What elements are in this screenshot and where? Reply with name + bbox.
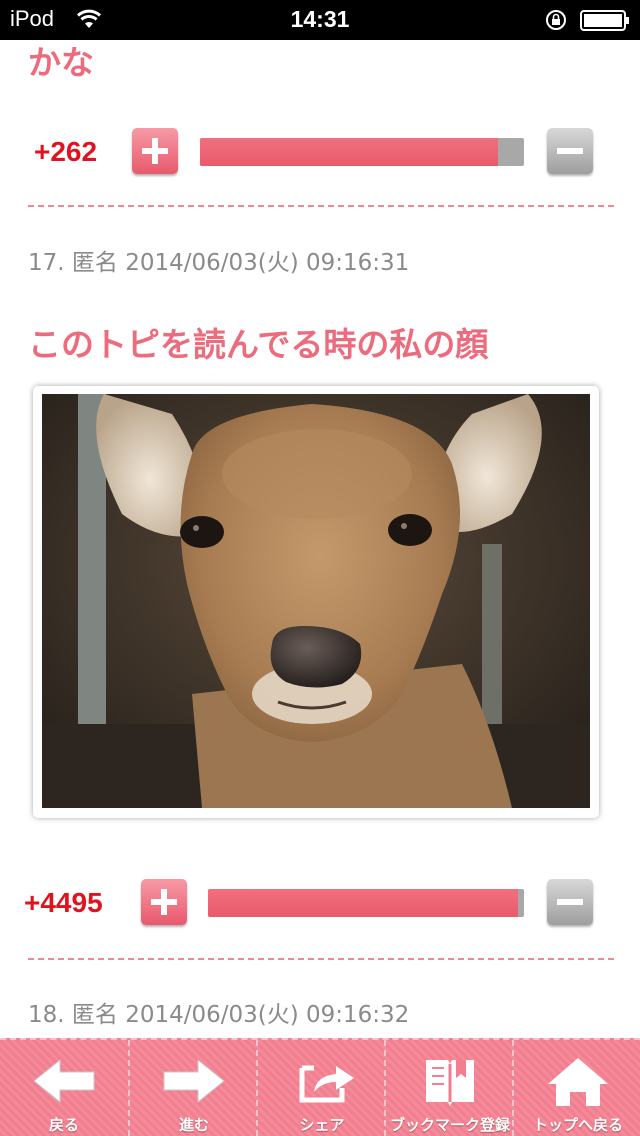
share-icon — [299, 1065, 354, 1103]
book-icon — [426, 1060, 474, 1106]
vote-count: +262 — [34, 136, 98, 167]
forward-button[interactable]: 進む — [128, 1040, 256, 1136]
plus-button[interactable] — [132, 128, 178, 174]
arrow-right-icon — [163, 1058, 225, 1104]
comment-text: このトピを読んでる時の私の顔 — [28, 325, 489, 364]
battery-icon — [580, 10, 629, 31]
forward-label: 進む — [178, 1116, 209, 1134]
vote-ratio-bar — [200, 138, 524, 166]
rotation-lock-icon — [546, 10, 566, 30]
vote-row: +4495 — [0, 877, 640, 933]
top-label: トップへ戻る — [532, 1116, 623, 1134]
vote-ratio-bar — [208, 889, 524, 917]
vote-count: +4495 — [24, 887, 103, 918]
back-button[interactable]: 戻る — [0, 1040, 128, 1136]
bookmark-button[interactable]: ブックマーク登録 — [384, 1040, 512, 1136]
comment-list[interactable]: かな +262 17. 匿名 2014/06/03(火) 09:16:31 この… — [0, 40, 640, 1038]
status-bar: iPod 14:31 — [0, 0, 640, 40]
minus-button[interactable] — [547, 879, 593, 925]
back-label: 戻る — [48, 1116, 79, 1134]
divider — [28, 958, 614, 960]
minus-button[interactable] — [547, 128, 593, 174]
arrow-left-icon — [33, 1058, 95, 1104]
home-icon — [548, 1058, 608, 1106]
vote-ratio-fill — [200, 138, 499, 166]
vote-row: +262 — [0, 126, 640, 182]
bottom-toolbar: 戻る 進む シェア ブックマーク登録 トップへ戻る — [0, 1038, 640, 1136]
share-label: シェア — [299, 1116, 345, 1134]
comment-meta: 17. 匿名 2014/06/03(火) 09:16:31 — [28, 250, 410, 276]
divider — [28, 205, 614, 207]
comment-meta: 18. 匿名 2014/06/03(火) 09:16:32 — [28, 1002, 410, 1028]
clock: 14:31 — [290, 6, 350, 32]
plus-button[interactable] — [141, 879, 187, 925]
comment-image-frame[interactable] — [33, 386, 599, 818]
comment-text: かな — [28, 43, 94, 82]
bookmark-label: ブックマーク登録 — [389, 1116, 510, 1134]
deer-photo[interactable] — [42, 394, 590, 808]
share-button[interactable]: シェア — [256, 1040, 384, 1136]
vote-ratio-fill — [208, 889, 518, 917]
top-button[interactable]: トップへ戻る — [512, 1040, 640, 1136]
